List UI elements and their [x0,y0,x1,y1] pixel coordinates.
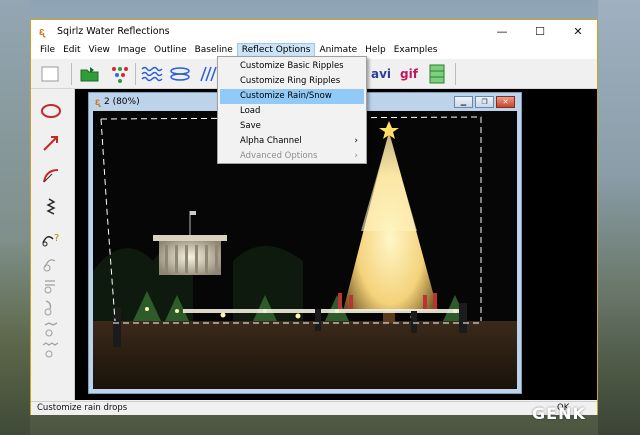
status-bar: Customize rain drops OK [31,401,597,415]
menu-view[interactable]: View [85,43,114,58]
menu-item-customize-rain-snow[interactable]: Customize Rain/Snow [220,89,364,104]
close-button[interactable]: ✕ [559,20,597,42]
new-blank-icon[interactable] [35,62,65,86]
menu-image[interactable]: Image [114,43,150,58]
zigzag-tool-icon[interactable] [37,193,65,221]
disabled-tool-2-icon [37,273,65,297]
disabled-tool-4-icon [37,317,65,341]
desktop-background-left [0,0,30,435]
disabled-tool-5-icon [37,339,65,363]
app-icon: ᶓ [39,24,45,38]
menu-item-customize-ring-ripples[interactable]: Customize Ring Ripples [220,74,364,89]
menu-item-advanced-options: Advanced Options › [220,149,364,164]
menu-outline[interactable]: Outline [150,43,191,58]
avi-export-button[interactable]: avi [369,62,393,86]
arrow-tool-icon[interactable] [37,129,65,157]
ring-ripples-icon[interactable] [167,62,193,86]
window-title: Sqirlz Water Reflections [57,25,170,37]
gif-export-button[interactable]: gif [397,62,421,86]
menu-edit[interactable]: Edit [59,43,84,58]
disabled-tool-1-icon [37,251,65,275]
child-restore-button[interactable]: ❐ [475,96,494,108]
menu-item-alpha-channel[interactable]: Alpha Channel › [220,134,364,149]
watermark-logo: GENK [532,404,586,423]
desktop-background-right [598,0,640,435]
menu-item-save[interactable]: Save [220,119,364,134]
status-message: Customize rain drops [37,403,128,413]
child-minimize-button[interactable]: ▁ [454,96,473,108]
reflect-options-menu: Customize Basic Ripples Customize Ring R… [217,56,367,164]
curve-tool-icon[interactable] [37,161,65,189]
minimize-button[interactable]: — [483,20,521,42]
ellipse-tool-icon[interactable] [37,97,65,125]
help-curve-icon[interactable]: ? [37,225,65,253]
frames-panel-icon[interactable] [425,62,449,86]
menu-item-load[interactable]: Load [220,104,364,119]
title-bar[interactable]: ᶓ Sqirlz Water Reflections — ☐ ✕ [31,20,597,42]
disabled-tool-3-icon [37,295,65,319]
child-window-title: 2 (80%) [103,97,140,107]
maximize-button[interactable]: ☐ [521,20,559,42]
submenu-arrow-icon: › [354,136,358,146]
child-app-icon: ᶓ [95,96,100,108]
color-dots-icon[interactable] [107,62,133,86]
menu-item-customize-basic-ripples[interactable]: Customize Basic Ripples [220,59,364,74]
submenu-arrow-icon: › [354,151,358,161]
svg-text:?: ? [54,233,59,244]
menu-examples[interactable]: Examples [390,43,442,58]
open-folder-icon[interactable] [77,62,103,86]
child-close-button[interactable]: ✕ [496,96,515,108]
basic-ripples-icon[interactable] [139,62,165,86]
left-toolbox: ? [31,89,75,400]
menu-file[interactable]: File [36,43,59,58]
